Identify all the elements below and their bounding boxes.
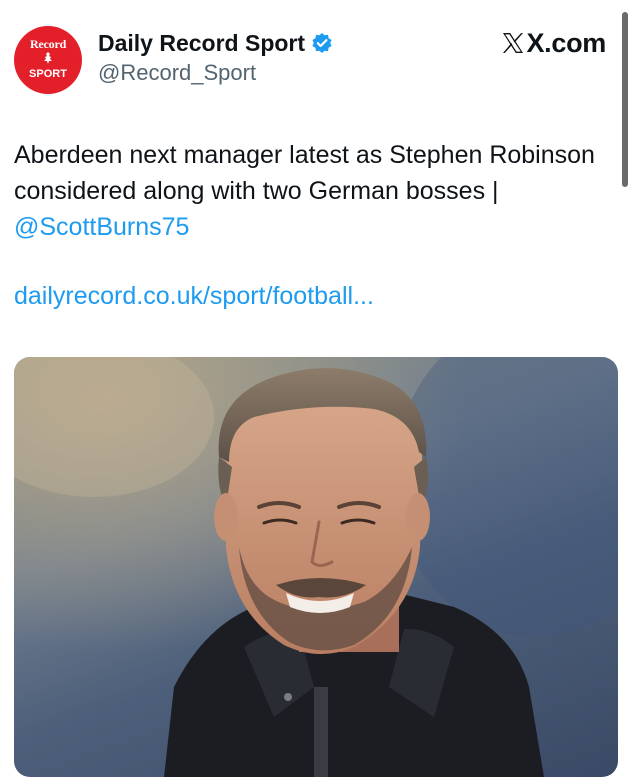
- tweet-media-photo[interactable]: [14, 357, 618, 777]
- display-name-row: Daily Record Sport: [98, 28, 333, 58]
- source-label: X.com: [501, 28, 606, 58]
- author-handle[interactable]: @Record_Sport: [98, 60, 333, 86]
- x-logo-icon: [503, 33, 524, 53]
- display-name[interactable]: Daily Record Sport: [98, 30, 305, 57]
- verified-badge-icon: [312, 33, 332, 53]
- tweet-header: Record SPORT Daily Record Sport @Record_…: [14, 26, 606, 96]
- lion-crest-icon: [44, 52, 52, 64]
- author-names: Daily Record Sport @Record_Sport: [98, 28, 333, 86]
- tweet-body: Aberdeen next manager latest as Stephen …: [14, 141, 595, 205]
- source-label-text: X.com: [526, 27, 606, 58]
- mention-link[interactable]: @ScottBurns75: [14, 213, 189, 241]
- avatar-logo-bottom: SPORT: [29, 68, 67, 80]
- scrollbar[interactable]: [622, 12, 628, 187]
- tweet-text: Aberdeen next manager latest as Stephen …: [14, 137, 604, 245]
- avatar-logo-top: Record: [29, 37, 67, 51]
- article-link[interactable]: dailyrecord.co.uk/sport/football...: [14, 282, 374, 311]
- manager-photo: [14, 357, 618, 777]
- avatar[interactable]: Record SPORT: [14, 26, 82, 94]
